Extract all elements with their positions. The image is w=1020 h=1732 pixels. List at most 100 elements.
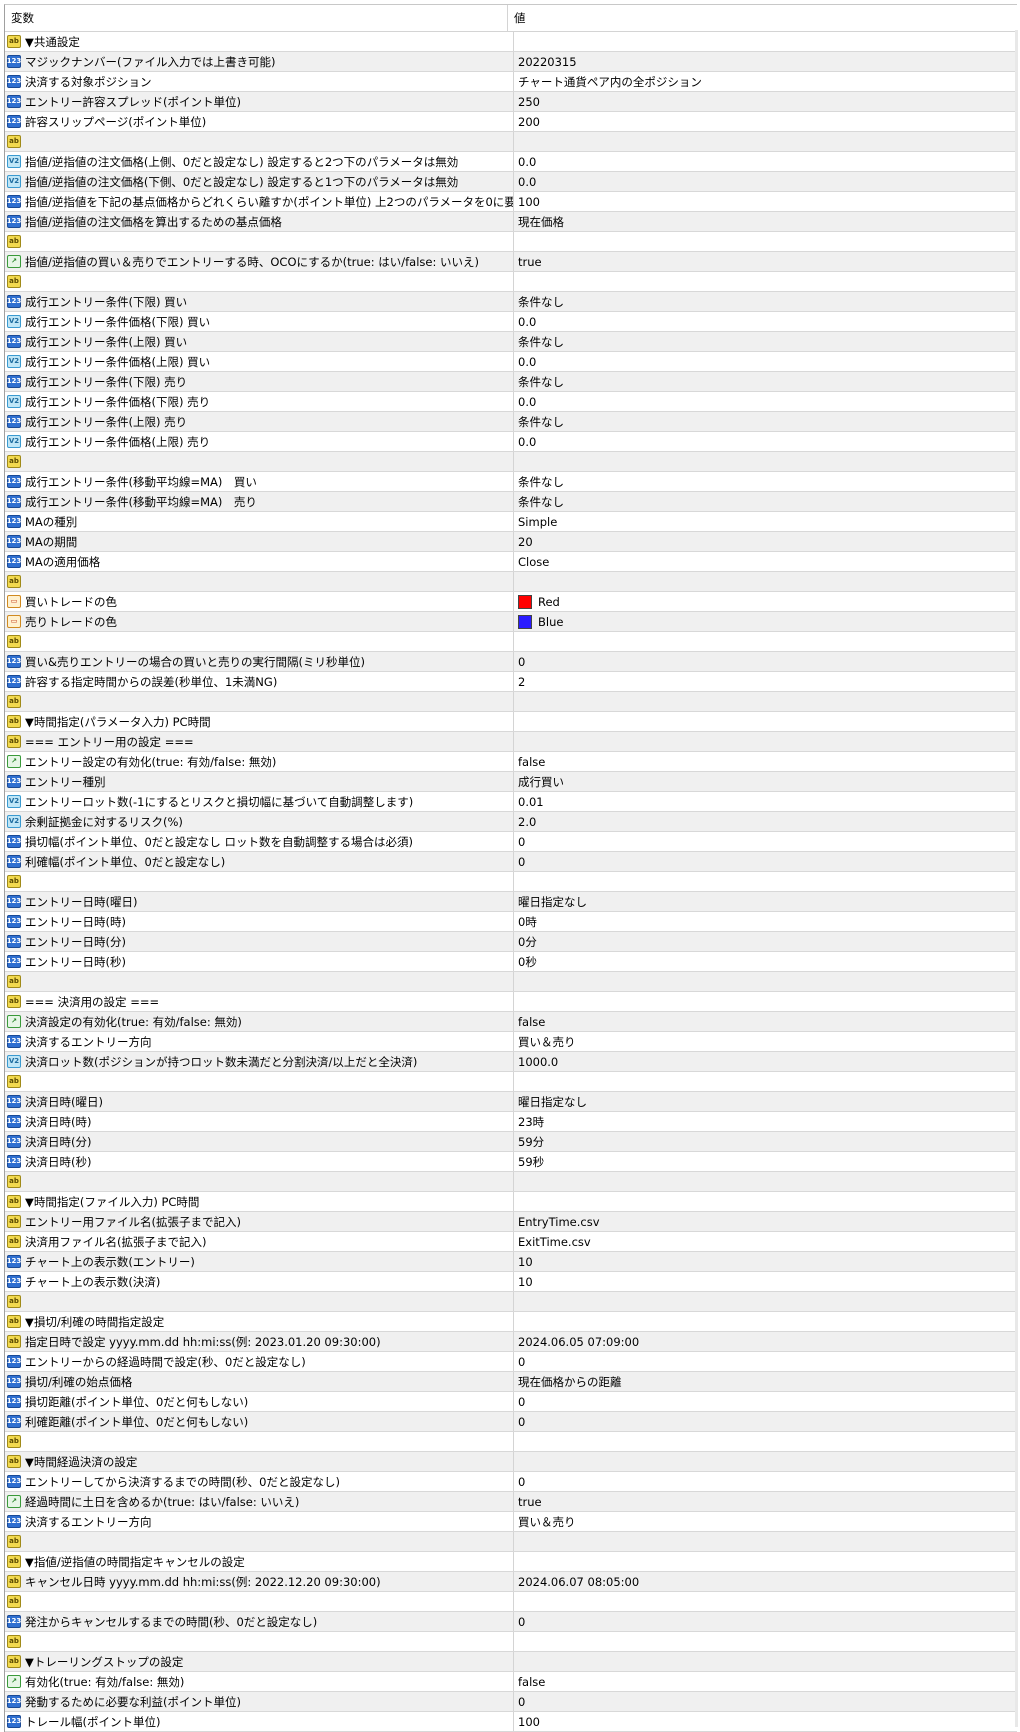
param-value-cell[interactable]: [514, 1172, 1017, 1191]
param-row[interactable]: 123 MAの適用価格 Close: [5, 552, 1017, 572]
param-row[interactable]: 123 決済日時(曜日) 曜日指定なし: [5, 1092, 1017, 1112]
param-value-cell[interactable]: Blue: [514, 612, 1017, 631]
param-value-cell[interactable]: 成行買い: [514, 772, 1017, 791]
param-row[interactable]: 123 成行エントリー条件(下限) 売り 条件なし: [5, 372, 1017, 392]
param-row[interactable]: ab ▼損切/利確の時間指定設定: [5, 1312, 1017, 1332]
param-value-cell[interactable]: [514, 272, 1017, 291]
param-value-cell[interactable]: 0.0: [514, 352, 1017, 371]
param-value-cell[interactable]: 0: [514, 1472, 1017, 1491]
param-value-cell[interactable]: 100: [514, 192, 1017, 211]
param-value-cell[interactable]: 0: [514, 1412, 1017, 1431]
param-row[interactable]: ab 決済用ファイル名(拡張子まで記入) ExitTime.csv: [5, 1232, 1017, 1252]
param-row[interactable]: ab: [5, 1172, 1017, 1192]
param-value-cell[interactable]: 20: [514, 532, 1017, 551]
param-value-cell[interactable]: [514, 452, 1017, 471]
param-row[interactable]: ab ▼指値/逆指値の時間指定キャンセルの設定: [5, 1552, 1017, 1572]
param-row[interactable]: ab: [5, 872, 1017, 892]
param-row[interactable]: V2 成行エントリー条件価格(下限) 買い 0.0: [5, 312, 1017, 332]
param-row[interactable]: ab ▼時間指定(ファイル入力) PC時間: [5, 1192, 1017, 1212]
param-value-cell[interactable]: false: [514, 1012, 1017, 1031]
param-row[interactable]: 123 発動するために必要な利益(ポイント単位) 0: [5, 1692, 1017, 1712]
param-row[interactable]: ab エントリー用ファイル名(拡張子まで記入) EntryTime.csv: [5, 1212, 1017, 1232]
param-row[interactable]: ▭ 売りトレードの色 Blue: [5, 612, 1017, 632]
param-value-cell[interactable]: [514, 572, 1017, 591]
param-row[interactable]: ↗ エントリー設定の有効化(true: 有効/false: 無効) false: [5, 752, 1017, 772]
param-value-cell[interactable]: Red: [514, 592, 1017, 611]
vertical-scrollbar[interactable]: [1015, 30, 1018, 1727]
param-row[interactable]: 123 利確幅(ポイント単位、0だと設定なし) 0: [5, 852, 1017, 872]
param-row[interactable]: 123 決済するエントリー方向 買い＆売り: [5, 1032, 1017, 1052]
param-value-cell[interactable]: 2.0: [514, 812, 1017, 831]
param-value-cell[interactable]: [514, 1592, 1017, 1611]
param-value-cell[interactable]: 0.0: [514, 172, 1017, 191]
param-row[interactable]: V2 成行エントリー条件価格(上限) 売り 0.0: [5, 432, 1017, 452]
param-row[interactable]: 123 成行エントリー条件(下限) 買い 条件なし: [5, 292, 1017, 312]
param-value-cell[interactable]: 0.0: [514, 312, 1017, 331]
param-value-cell[interactable]: 200: [514, 112, 1017, 131]
param-row[interactable]: ↗ 指値/逆指値の買い＆売りでエントリーする時、OCOにするか(true: はい/…: [5, 252, 1017, 272]
param-row[interactable]: ab === 決済用の設定 ===: [5, 992, 1017, 1012]
param-value-cell[interactable]: false: [514, 752, 1017, 771]
param-value-cell[interactable]: [514, 1552, 1017, 1571]
param-value-cell[interactable]: 0: [514, 1392, 1017, 1411]
param-value-cell[interactable]: 0: [514, 652, 1017, 671]
param-row[interactable]: ab: [5, 1072, 1017, 1092]
param-value-cell[interactable]: [514, 712, 1017, 731]
param-row[interactable]: ↗ 有効化(true: 有効/false: 無効) false: [5, 1672, 1017, 1692]
param-row[interactable]: 123 許容スリップページ(ポイント単位) 200: [5, 112, 1017, 132]
param-value-cell[interactable]: 20220315: [514, 52, 1017, 71]
param-value-cell[interactable]: 条件なし: [514, 492, 1017, 511]
param-row[interactable]: ab 指定日時で設定 yyyy.mm.dd hh:mi:ss(例: 2023.01…: [5, 1332, 1017, 1352]
param-row[interactable]: ab: [5, 1292, 1017, 1312]
param-row[interactable]: ab: [5, 232, 1017, 252]
param-row[interactable]: ▭ 買いトレードの色 Red: [5, 592, 1017, 612]
param-row[interactable]: ab ▼共通設定: [5, 32, 1017, 52]
param-value-cell[interactable]: [514, 632, 1017, 651]
param-value-cell[interactable]: [514, 1652, 1017, 1671]
param-value-cell[interactable]: [514, 992, 1017, 1011]
param-value-cell[interactable]: [514, 32, 1017, 51]
param-row[interactable]: 123 エントリー日時(時) 0時: [5, 912, 1017, 932]
param-row[interactable]: V2 エントリーロット数(-1にするとリスクと損切幅に基づいて自動調整します) 0.…: [5, 792, 1017, 812]
param-value-cell[interactable]: 2024.06.07 08:05:00: [514, 1572, 1017, 1591]
param-row[interactable]: V2 成行エントリー条件価格(下限) 売り 0.0: [5, 392, 1017, 412]
param-value-cell[interactable]: 買い＆売り: [514, 1032, 1017, 1051]
param-value-cell[interactable]: 0.01: [514, 792, 1017, 811]
param-row[interactable]: 123 決済日時(時) 23時: [5, 1112, 1017, 1132]
param-row[interactable]: 123 チャート上の表示数(エントリー) 10: [5, 1252, 1017, 1272]
param-value-cell[interactable]: 10: [514, 1272, 1017, 1291]
param-value-cell[interactable]: 0: [514, 852, 1017, 871]
param-value-cell[interactable]: [514, 1292, 1017, 1311]
param-value-cell[interactable]: 0: [514, 1352, 1017, 1371]
param-row[interactable]: V2 指値/逆指値の注文価格(上側、0だと設定なし) 設定すると2つ下のパラメータ…: [5, 152, 1017, 172]
param-row[interactable]: 123 決済するエントリー方向 買い＆売り: [5, 1512, 1017, 1532]
param-value-cell[interactable]: 条件なし: [514, 472, 1017, 491]
param-value-cell[interactable]: [514, 1632, 1017, 1651]
param-value-cell[interactable]: 条件なし: [514, 412, 1017, 431]
param-row[interactable]: 123 許容する指定時間からの誤差(秒単位、1未満NG) 2: [5, 672, 1017, 692]
param-value-cell[interactable]: 0分: [514, 932, 1017, 951]
param-row[interactable]: 123 決済する対象ポジション チャート通貨ペア内の全ポジション: [5, 72, 1017, 92]
param-row[interactable]: ab: [5, 632, 1017, 652]
param-row[interactable]: 123 成行エントリー条件(上限) 買い 条件なし: [5, 332, 1017, 352]
param-value-cell[interactable]: 0.0: [514, 152, 1017, 171]
param-value-cell[interactable]: Simple: [514, 512, 1017, 531]
param-value-cell[interactable]: 100: [514, 1712, 1017, 1731]
param-value-cell[interactable]: 0.0: [514, 392, 1017, 411]
param-row[interactable]: V2 指値/逆指値の注文価格(下側、0だと設定なし) 設定すると1つ下のパラメータ…: [5, 172, 1017, 192]
param-value-cell[interactable]: [514, 232, 1017, 251]
param-value-cell[interactable]: 0: [514, 832, 1017, 851]
param-value-cell[interactable]: EntryTime.csv: [514, 1212, 1017, 1231]
param-row[interactable]: 123 買い&売りエントリーの場合の買いと売りの実行間隔(ミリ秒単位) 0: [5, 652, 1017, 672]
param-row[interactable]: 123 MAの期間 20: [5, 532, 1017, 552]
param-value-cell[interactable]: true: [514, 252, 1017, 271]
param-row[interactable]: 123 成行エントリー条件(移動平均線=MA) 買い 条件なし: [5, 472, 1017, 492]
param-row[interactable]: ab: [5, 572, 1017, 592]
param-value-cell[interactable]: [514, 1532, 1017, 1551]
param-value-cell[interactable]: [514, 872, 1017, 891]
param-value-cell[interactable]: 0: [514, 1612, 1017, 1631]
param-row[interactable]: 123 MAの種別 Simple: [5, 512, 1017, 532]
param-value-cell[interactable]: 59秒: [514, 1152, 1017, 1171]
param-row[interactable]: 123 エントリーしてから決済するまでの時間(秒、0だと設定なし) 0: [5, 1472, 1017, 1492]
param-row[interactable]: 123 エントリーからの経過時間で設定(秒、0だと設定なし) 0: [5, 1352, 1017, 1372]
